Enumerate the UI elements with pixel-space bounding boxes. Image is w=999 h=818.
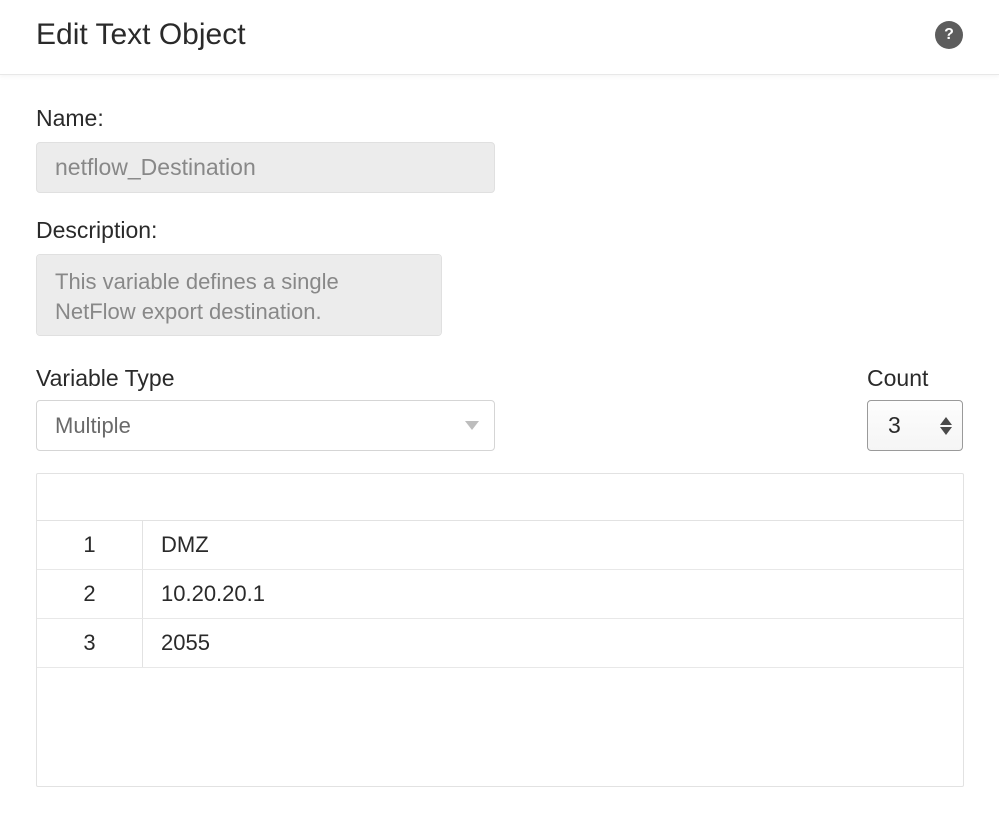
row-index: 1 xyxy=(37,521,143,569)
variable-type-label: Variable Type xyxy=(36,365,495,392)
name-label: Name: xyxy=(36,105,963,132)
variable-type-select[interactable]: Multiple xyxy=(36,400,495,451)
row-value[interactable]: 10.20.20.1 xyxy=(143,570,963,618)
count-group: Count xyxy=(867,365,963,451)
count-label: Count xyxy=(867,365,928,392)
table-header-blank xyxy=(37,474,963,521)
values-table: 1 DMZ 2 10.20.20.1 3 2055 xyxy=(36,473,964,787)
description-field-group: Description: This variable defines a sin… xyxy=(36,217,963,341)
dialog-header: Edit Text Object ? xyxy=(0,0,999,75)
row-value[interactable]: 2055 xyxy=(143,619,963,667)
table-row[interactable]: 1 DMZ xyxy=(37,521,963,570)
row-index: 3 xyxy=(37,619,143,667)
variable-type-select-wrap[interactable]: Multiple xyxy=(36,400,495,451)
table-row[interactable]: 2 10.20.20.1 xyxy=(37,570,963,619)
name-input[interactable] xyxy=(36,142,495,193)
dialog-content: Name: Description: This variable defines… xyxy=(0,75,999,787)
help-icon[interactable]: ? xyxy=(935,21,963,49)
description-input[interactable]: This variable defines a single NetFlow e… xyxy=(36,254,442,336)
stepper-up-icon[interactable] xyxy=(940,417,952,425)
variable-type-group: Variable Type Multiple xyxy=(36,365,495,451)
count-input[interactable] xyxy=(868,412,938,439)
name-field-group: Name: xyxy=(36,105,963,193)
variable-type-value: Multiple xyxy=(55,413,131,438)
description-label: Description: xyxy=(36,217,963,244)
row-value[interactable]: DMZ xyxy=(143,521,963,569)
stepper-down-icon[interactable] xyxy=(940,427,952,435)
help-glyph: ? xyxy=(944,26,954,44)
row-index: 2 xyxy=(37,570,143,618)
count-stepper[interactable] xyxy=(867,400,963,451)
type-count-row: Variable Type Multiple Count xyxy=(36,365,963,451)
table-row[interactable]: 3 2055 xyxy=(37,619,963,668)
stepper-buttons xyxy=(938,417,962,435)
dialog-title: Edit Text Object xyxy=(36,18,246,52)
